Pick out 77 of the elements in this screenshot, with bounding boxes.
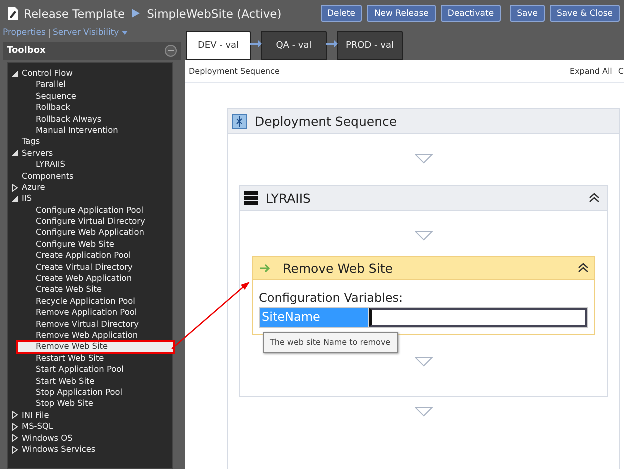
collapsed-icon[interactable]: [12, 434, 18, 442]
drop-target-icon: [414, 357, 432, 367]
collapse-icon[interactable]: [578, 263, 589, 273]
collapsed-icon[interactable]: [12, 411, 18, 420]
tree-item[interactable]: Recycle Application Pool: [12, 296, 172, 308]
tree-item[interactable]: Create Web Application: [12, 273, 172, 284]
stage-tab[interactable]: QA - val: [261, 31, 327, 60]
tree-item[interactable]: Start Application Pool: [12, 364, 172, 376]
header-button[interactable]: Delete: [320, 5, 362, 22]
collapsed-icon[interactable]: [12, 422, 18, 431]
collapsed-icon[interactable]: [12, 446, 18, 454]
document-icon: [7, 6, 19, 21]
card-title: LYRAIIS: [266, 190, 311, 206]
tree-item[interactable]: Start Web Site: [12, 376, 172, 387]
dropdown-caret-icon[interactable]: [122, 31, 128, 35]
expanded-icon[interactable]: [12, 70, 18, 77]
tree-item[interactable]: Rollback: [12, 102, 172, 114]
tree-item[interactable]: Remove Web Site: [17, 341, 174, 353]
tree-item[interactable]: Stop Application Pool: [12, 386, 172, 398]
tree-item[interactable]: Create Web Site: [12, 284, 172, 296]
tree-item[interactable]: Configure Application Pool: [12, 204, 172, 216]
tree-item[interactable]: Windows Services: [12, 444, 172, 456]
arrow-icon: [326, 40, 338, 48]
tree-item[interactable]: Remove Application Pool: [12, 307, 172, 319]
tree-item[interactable]: Control Flow: [12, 68, 172, 80]
variable-value-field[interactable]: [369, 308, 587, 327]
tree-item[interactable]: Create Application Pool: [12, 250, 172, 262]
stage-tab[interactable]: PROD - val: [337, 31, 403, 60]
tree-item[interactable]: Rollback Always: [12, 114, 172, 125]
tree-item[interactable]: INI File: [12, 410, 172, 422]
tree-item[interactable]: Remove Web Application: [12, 330, 172, 342]
drop-target-icon: [414, 407, 432, 417]
template-name: SimpleWebSite (Active): [147, 6, 282, 20]
tree-item[interactable]: MS-SQL: [12, 421, 172, 432]
tree-item[interactable]: Windows OS: [12, 432, 172, 444]
breadcrumb: Deployment Sequence: [189, 66, 280, 76]
arrow-icon: [260, 264, 271, 272]
tree-item[interactable]: Configure Virtual Directory: [12, 216, 172, 228]
header-button[interactable]: Save: [510, 5, 545, 22]
collapse-icon[interactable]: [589, 193, 600, 203]
tree-item[interactable]: IIS: [12, 193, 172, 205]
toolbox-title: Toolbox: [7, 46, 46, 56]
tree-item[interactable]: Servers: [12, 148, 172, 160]
tree-item[interactable]: Sequence: [12, 90, 172, 102]
tree-item[interactable]: Tags: [12, 136, 172, 148]
card-title: Remove Web Site: [283, 260, 393, 276]
card-title: Deployment Sequence: [255, 114, 398, 128]
tree-item[interactable]: Stop Web Site: [12, 398, 172, 410]
variable-name: SiteName: [260, 308, 368, 327]
collapsed-icon[interactable]: [12, 184, 18, 192]
server-icon: [244, 191, 258, 205]
expanded-icon[interactable]: [12, 150, 18, 156]
breadcrumb-arrow-icon: [132, 9, 140, 18]
tree-item[interactable]: Create Virtual Directory: [12, 262, 172, 274]
tree-item[interactable]: Configure Web Site: [12, 238, 172, 250]
tree-item[interactable]: Restart Web Site: [12, 352, 172, 364]
tree-item[interactable]: Remove Virtual Directory: [12, 318, 172, 330]
drop-target-icon: [414, 154, 432, 164]
collapse-all-link[interactable]: C: [618, 66, 624, 76]
sequence-icon: [232, 114, 247, 128]
expand-all-link[interactable]: Expand All: [570, 66, 612, 76]
tooltip: The web site Name to remove: [263, 332, 398, 353]
header-button[interactable]: Deactivate: [440, 5, 502, 22]
section-label: Configuration Variables:: [259, 291, 404, 305]
expanded-icon[interactable]: [12, 196, 18, 202]
tree-item[interactable]: Configure Web Application: [12, 227, 172, 239]
header-button[interactable]: Save & Close: [550, 5, 620, 22]
window-title: Release Template: [24, 6, 126, 20]
tree-item[interactable]: LYRAIIS: [12, 159, 172, 171]
header-button[interactable]: New Release: [367, 5, 436, 22]
drop-target-icon: [414, 231, 432, 241]
tree-item[interactable]: Parallel: [12, 79, 172, 91]
arrow-icon: [250, 40, 262, 48]
stage-tab[interactable]: DEV - val: [186, 31, 251, 60]
tree-item[interactable]: Azure: [12, 182, 172, 194]
tree-item[interactable]: Components: [12, 170, 172, 182]
tree-item[interactable]: Manual Intervention: [12, 124, 172, 136]
